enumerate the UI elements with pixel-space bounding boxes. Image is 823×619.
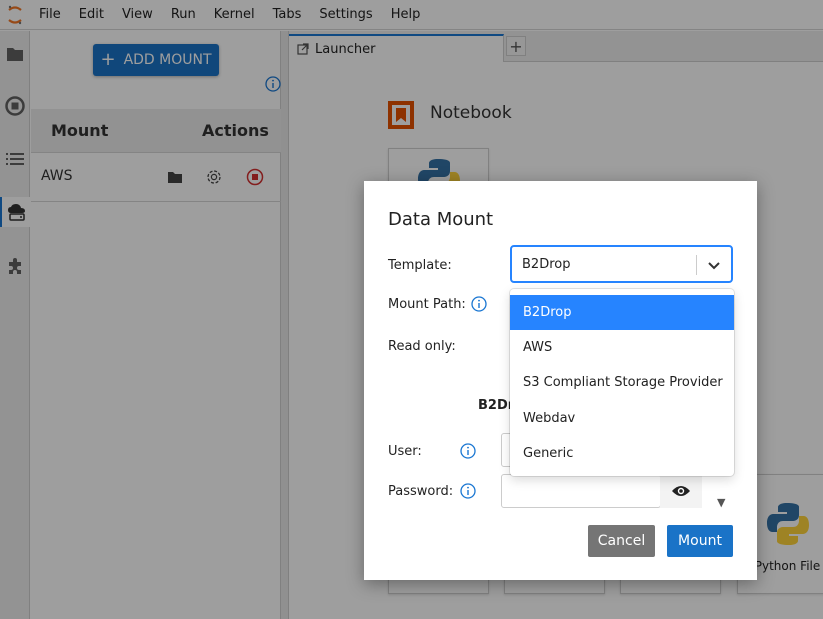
dropdown-option-generic[interactable]: Generic — [510, 436, 734, 471]
password-field[interactable] — [501, 474, 661, 508]
password-label: Password: — [388, 484, 454, 499]
dropdown-option-b2drop[interactable]: B2Drop — [510, 295, 734, 330]
template-select-value: B2Drop — [522, 257, 571, 272]
mount-path-info-icon[interactable] — [471, 296, 487, 312]
show-password-eye-icon[interactable] — [660, 474, 702, 508]
mount-path-label: Mount Path: — [388, 297, 466, 312]
template-select[interactable]: B2Drop — [510, 245, 733, 283]
select-separator — [696, 255, 697, 275]
cancel-button[interactable]: Cancel — [588, 525, 655, 557]
password-info-icon[interactable] — [460, 483, 476, 499]
user-info-icon[interactable] — [460, 443, 476, 459]
template-dropdown-menu: B2Drop AWS S3 Compliant Storage Provider… — [510, 289, 734, 476]
mount-button[interactable]: Mount — [667, 525, 733, 557]
dialog-title: Data Mount — [388, 209, 494, 230]
chevron-down-icon[interactable] — [704, 255, 724, 279]
user-label: User: — [388, 444, 422, 459]
read-only-label: Read only: — [388, 339, 456, 354]
dropdown-option-aws[interactable]: AWS — [510, 330, 734, 365]
template-label: Template: — [388, 258, 452, 273]
scroll-down-icon[interactable]: ▼ — [717, 496, 725, 509]
dropdown-option-s3[interactable]: S3 Compliant Storage Provider — [510, 365, 734, 400]
dropdown-option-webdav[interactable]: Webdav — [510, 401, 734, 436]
data-mount-dialog: Data Mount Template: B2Drop Mount Path: … — [364, 181, 757, 580]
